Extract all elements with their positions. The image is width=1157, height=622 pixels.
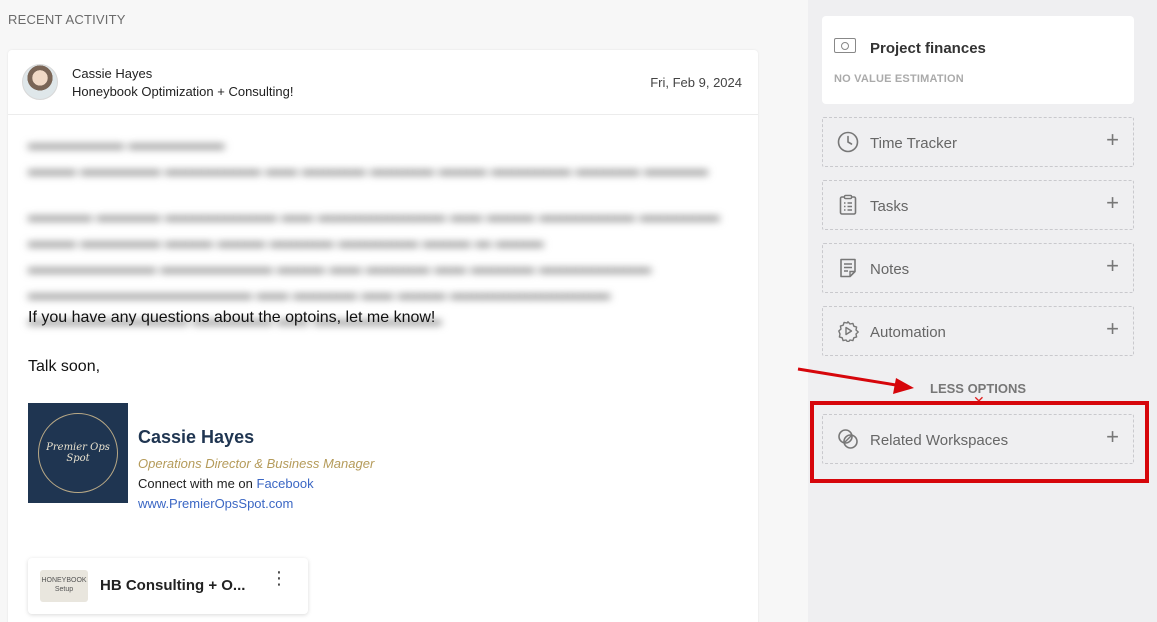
gear-play-icon (837, 320, 859, 342)
signature-title: Operations Director & Business Manager (138, 456, 375, 471)
project-finances-subtitle: NO VALUE ESTIMATION (834, 73, 964, 85)
project-finances-title: Project finances (870, 40, 986, 57)
recent-activity-heading: RECENT ACTIVITY (8, 12, 126, 27)
plus-icon[interactable]: + (1106, 255, 1119, 277)
avatar (22, 64, 58, 100)
kebab-menu-icon[interactable]: ⋮ (270, 569, 288, 587)
clock-icon (837, 131, 859, 153)
facebook-link[interactable]: Facebook (257, 476, 314, 491)
option-automation[interactable]: Automation + (822, 306, 1134, 356)
option-tasks[interactable]: Tasks + (822, 180, 1134, 230)
attachment-thumbnail: HONEYBOOK Setup (40, 570, 88, 602)
body-signoff: Talk soon, (28, 358, 101, 375)
signature-name: Cassie Hayes (138, 427, 255, 447)
arrow-head (893, 378, 914, 394)
sender-name: Cassie Hayes (72, 66, 153, 81)
plus-icon[interactable]: + (1106, 129, 1119, 151)
option-label: Tasks (870, 198, 909, 215)
activity-message-card: Cassie Hayes Honeybook Optimization + Co… (8, 50, 758, 622)
connect-prefix: Connect with me on (138, 476, 257, 491)
option-label: Time Tracker (870, 135, 957, 152)
logo-ring: Premier Ops Spot (38, 413, 118, 493)
logo-text: Premier Ops Spot (46, 442, 110, 464)
option-label: Automation (870, 324, 946, 341)
attachment-name: HB Consulting + O... (100, 577, 246, 594)
workspace-sidebar: Project finances NO VALUE ESTIMATION Tim… (808, 0, 1157, 622)
body-questions-line: If you have any questions about the opto… (28, 309, 436, 326)
arrow-shaft (797, 367, 903, 388)
clipboard-icon (837, 194, 859, 216)
annotation-highlight-box (810, 401, 1149, 483)
message-date: Fri, Feb 9, 2024 (650, 75, 742, 90)
signature-logo: Premier Ops Spot (28, 403, 128, 503)
blurred-greeting: ▬▬▬▬▬▬ ▬▬▬▬▬▬ ▬▬▬ ▬▬▬▬▬ ▬▬▬▬▬▬ ▬▬ ▬▬▬▬ ▬▬… (28, 136, 709, 179)
annotation-arrow (797, 367, 914, 394)
website-link[interactable]: www.PremierOpsSpot.com (138, 496, 293, 511)
option-notes[interactable]: Notes + (822, 243, 1134, 293)
option-time-tracker[interactable]: Time Tracker + (822, 117, 1134, 167)
attachment-card[interactable]: HONEYBOOK Setup HB Consulting + O... ⋮ (28, 558, 308, 614)
option-label: Notes (870, 261, 910, 278)
money-icon (834, 38, 856, 53)
plus-icon[interactable]: + (1106, 318, 1119, 340)
message-header[interactable]: Cassie Hayes Honeybook Optimization + Co… (8, 50, 758, 115)
signature-connect: Connect with me on Facebook (138, 476, 314, 491)
plus-icon[interactable]: + (1106, 192, 1119, 214)
message-subject: Honeybook Optimization + Consulting! (72, 84, 294, 99)
note-icon (837, 257, 859, 279)
project-finances-card[interactable]: Project finances NO VALUE ESTIMATION (822, 16, 1134, 104)
